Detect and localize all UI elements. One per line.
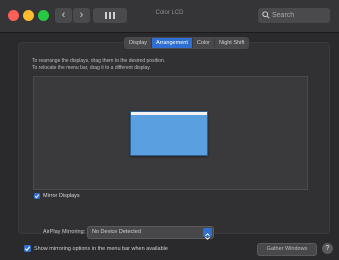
select-arrows-icon xyxy=(203,228,212,240)
gather-windows-button[interactable]: Gather Windows xyxy=(257,243,317,256)
help-button[interactable]: ? xyxy=(322,243,333,254)
checkmark-icon xyxy=(24,246,31,252)
airplay-selected-value: No Device Detected xyxy=(92,229,141,235)
display-thumbnail[interactable] xyxy=(130,111,208,156)
mirror-displays-checkbox[interactable] xyxy=(34,193,40,199)
search-field[interactable] xyxy=(258,8,330,23)
tab-night-shift[interactable]: Night Shift xyxy=(215,38,249,48)
checkmark-icon xyxy=(34,194,40,199)
search-icon xyxy=(262,11,270,19)
show-mirroring-label: Show mirroring options in the menu bar w… xyxy=(34,245,168,252)
instruction-line-1: To rearrange the displays, drag them to … xyxy=(32,58,166,64)
show-mirroring-option[interactable]: Show mirroring options in the menu bar w… xyxy=(24,245,168,252)
tab-arrangement[interactable]: Arrangement xyxy=(152,38,193,48)
search-input[interactable] xyxy=(272,10,326,21)
airplay-mirroring-select[interactable]: No Device Detected xyxy=(87,226,214,240)
airplay-mirroring-label: AirPlay Mirroring: xyxy=(43,229,86,235)
menu-bar-handle[interactable] xyxy=(131,112,207,115)
instruction-line-2: To relocate the menu bar, drag it to a d… xyxy=(32,64,151,71)
tab-color[interactable]: Color xyxy=(192,38,215,48)
title-bar: ‹ › Color LCD xyxy=(0,0,339,33)
tab-display[interactable]: Display xyxy=(125,38,153,48)
arrangement-instructions: To rearrange the displays, drag them to … xyxy=(32,58,165,71)
system-preferences-window: ‹ › Color LCD Display Arrangement Color … xyxy=(0,0,339,260)
show-mirroring-checkbox[interactable] xyxy=(24,245,31,252)
tab-bar: Display Arrangement Color Night Shift xyxy=(124,37,250,49)
mirror-displays-option[interactable]: Mirror Displays xyxy=(34,193,80,199)
display-arrangement-area xyxy=(33,76,308,190)
mirror-displays-label: Mirror Displays xyxy=(43,193,80,199)
